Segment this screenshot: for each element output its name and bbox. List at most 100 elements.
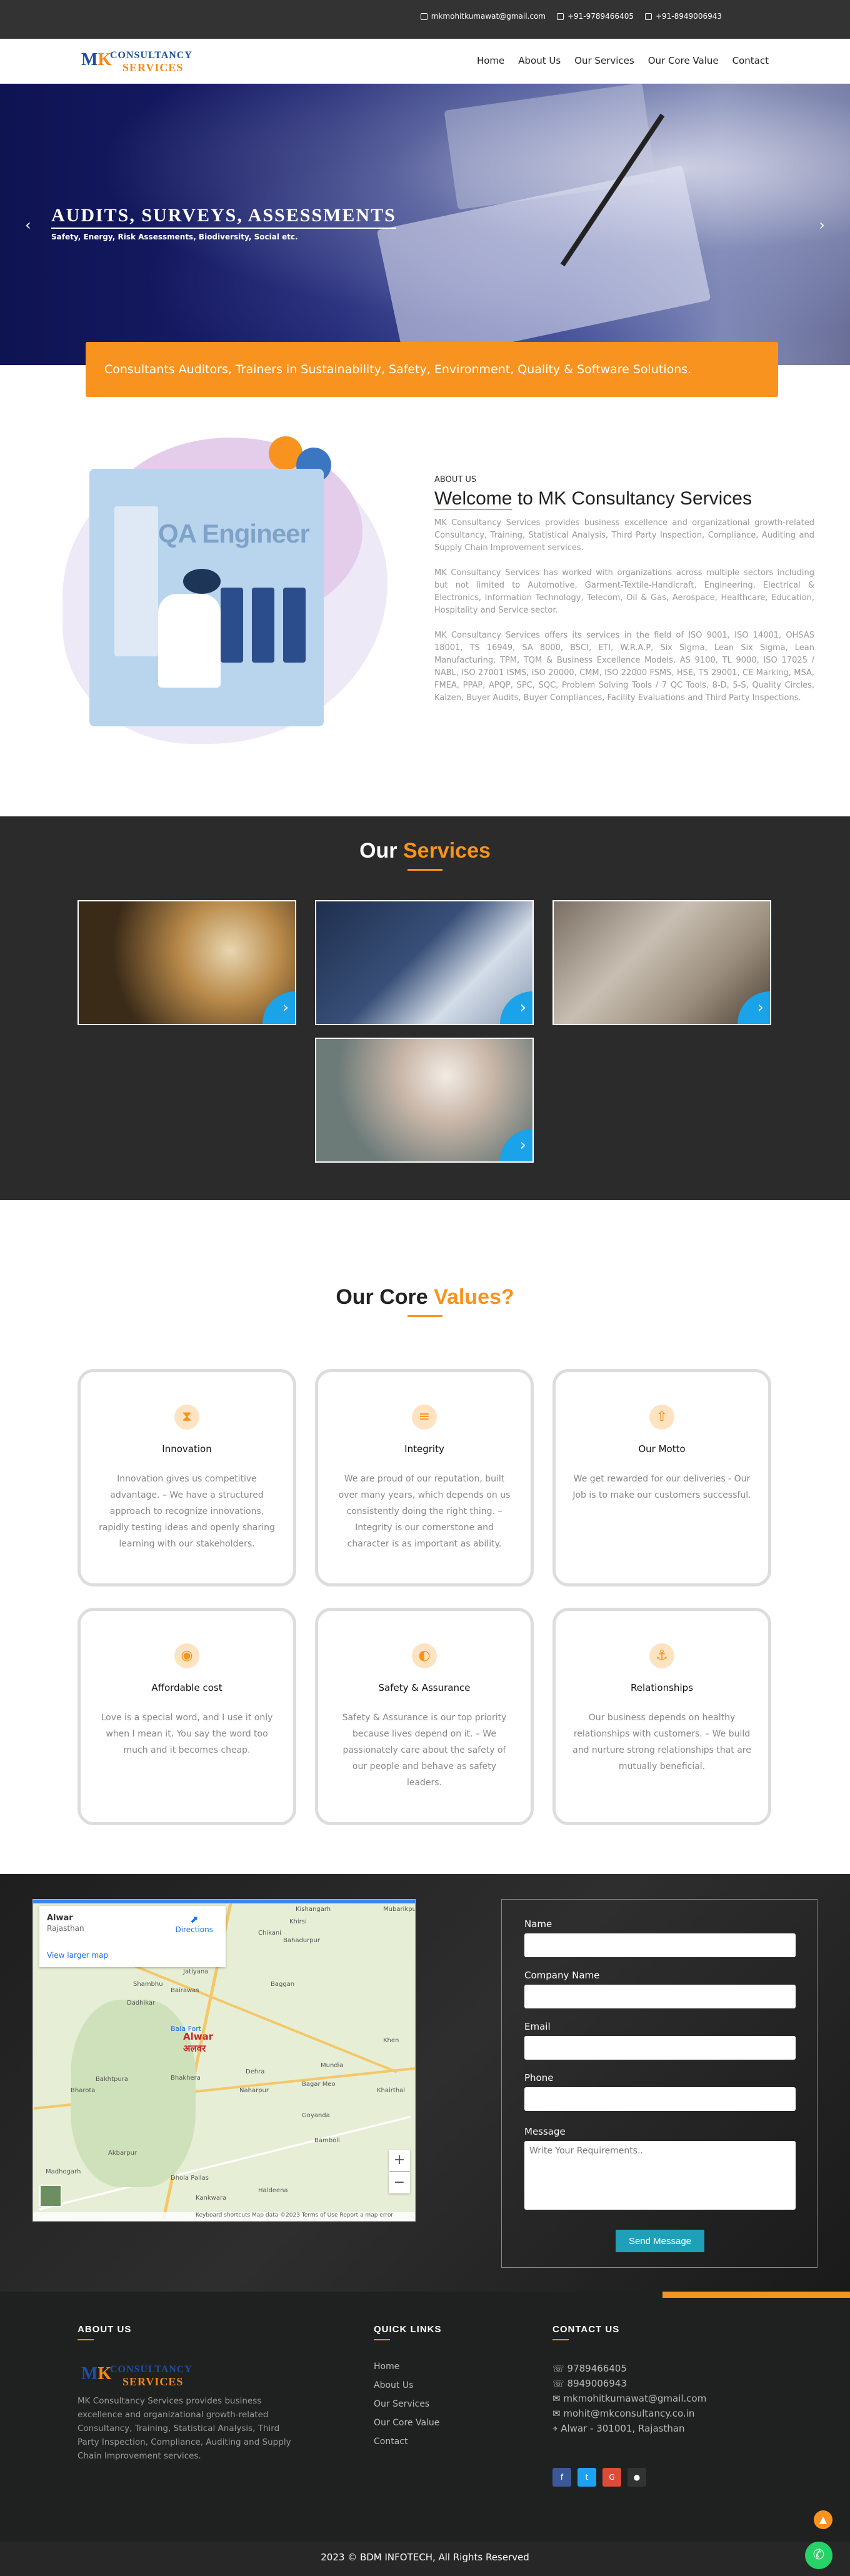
core-title-a: Our Core <box>336 1285 428 1309</box>
logo-mk: MK <box>81 50 112 69</box>
qa-engineer-text: QA Engineer <box>158 519 310 548</box>
footer-logo[interactable]: MK CONSULTANCY SERVICES <box>81 2362 212 2389</box>
hero-prev-arrow[interactable]: ‹ <box>25 216 31 234</box>
map-place: Baggan <box>271 1981 295 1988</box>
value-title: Innovation <box>162 1443 212 1455</box>
hero-next-arrow[interactable]: › <box>819 216 825 234</box>
topbar-phone-2-text[interactable]: +91-8949006943 <box>656 12 722 21</box>
nav-our-core-value[interactable]: Our Core Value <box>648 55 719 66</box>
map-directions-label[interactable]: Directions <box>176 1925 213 1934</box>
footer-link-core-value[interactable]: Our Core Value <box>374 2418 439 2428</box>
services-title-a: Our <box>359 839 398 863</box>
map-place: Kankwara <box>196 2195 227 2202</box>
about-section: ABOUT US Welcome to MK Consultancy Servi… <box>434 475 814 717</box>
map-place: Dadhikar <box>127 2000 156 2007</box>
chevron-right-icon[interactable]: › <box>738 991 770 1024</box>
send-message-button[interactable]: Send Message <box>616 2230 704 2252</box>
value-text: We get rewarded for our deliveries - Our… <box>572 1474 751 1500</box>
map-zoom-out[interactable]: − <box>389 2172 410 2193</box>
google-plus-icon[interactable]: G <box>602 2468 621 2487</box>
chevron-right-icon[interactable]: › <box>500 1129 532 1161</box>
footer-links-heading: QUICK LINKS <box>374 2324 442 2340</box>
upload-icon: ⇧ <box>649 1405 674 1430</box>
map-place: Khirsi <box>289 1918 307 1925</box>
chevron-right-icon[interactable]: › <box>262 991 295 1024</box>
map-place: Bakhtpura <box>96 2076 128 2083</box>
nav-our-services[interactable]: Our Services <box>574 55 634 66</box>
footer: ABOUT US MK CONSULTANCY SERVICES MK Cons… <box>0 2292 850 2576</box>
footer-email-2[interactable]: ✉ mohit@mkconsultancy.co.in <box>552 2408 694 2419</box>
topbar-email[interactable]: mkmohitkumawat@gmail.com <box>420 12 546 21</box>
topbar-email-text[interactable]: mkmohitkumawat@gmail.com <box>431 12 546 21</box>
company-name-field[interactable] <box>524 1985 796 2008</box>
name-label: Name <box>524 1918 552 1930</box>
map-directions[interactable]: ⬈ Directions <box>176 1913 213 1934</box>
company-label: Company Name <box>524 1970 600 1981</box>
footer-link-contact[interactable]: Contact <box>374 2437 408 2447</box>
footer-link-services[interactable]: Our Services <box>374 2399 429 2409</box>
service-card-meeting[interactable]: › <box>552 900 771 1025</box>
phone-label: Phone <box>524 2072 554 2083</box>
email-label: Email <box>524 2021 551 2032</box>
service-card-planning[interactable]: › <box>78 900 296 1025</box>
logo-consultancy: CONSULTANCY <box>110 50 192 61</box>
map-place: Jatiyana <box>183 1968 209 1975</box>
map-zoom-in[interactable]: + <box>389 2150 410 2171</box>
footer-phone-2-text[interactable]: 8949006943 <box>568 2378 627 2389</box>
topbar-phone-1[interactable]: +91-9789466405 <box>556 12 634 21</box>
copyright-text: 2023 © BDM INFOTECH, All Rights Reserved <box>321 2552 529 2563</box>
whatsapp-icon[interactable]: ✆ <box>805 2542 832 2569</box>
nav-about-us[interactable]: About Us <box>518 55 561 66</box>
footer-contact-heading: CONTACT US <box>552 2324 620 2340</box>
footer-email-1-text[interactable]: mkmohitkumawat@gmail.com <box>563 2393 706 2404</box>
anchor-icon: ⚓ <box>649 1643 674 1668</box>
github-icon[interactable]: ● <box>628 2468 646 2487</box>
footer-email-1[interactable]: ✉ mkmohitkumawat@gmail.com <box>552 2393 706 2404</box>
message-label: Message <box>524 2126 566 2137</box>
title-underline <box>408 869 442 871</box>
map-satellite-thumbnail[interactable] <box>39 2185 62 2207</box>
services-title-b: Services <box>403 839 491 863</box>
footer-address: ⌖ Alwar - 301001, Rajasthan <box>552 2423 685 2434</box>
about-paragraph: MK Consultancy Services provides busines… <box>434 518 814 553</box>
value-text: Safety & Assurance is our top priority b… <box>342 1713 507 1788</box>
twitter-icon[interactable]: t <box>578 2468 596 2487</box>
message-field[interactable]: Write Your Requirements.. <box>524 2141 796 2210</box>
map-place: Bhakhera <box>171 2075 201 2082</box>
service-card-review[interactable]: › <box>315 900 534 1025</box>
name-field[interactable] <box>524 1933 796 1957</box>
topbar-phone-2[interactable]: +91-8949006943 <box>644 12 722 21</box>
database-icon: ≡ <box>412 1405 437 1430</box>
map-place: Mundia <box>321 2062 344 2069</box>
phone-field[interactable] <box>524 2087 796 2111</box>
google-map[interactable]: Alwar अलवर Kishangarh Khirsi Chikani Baha… <box>32 1899 416 2222</box>
chevron-right-icon[interactable]: › <box>500 991 532 1024</box>
logo-services: SERVICES <box>122 61 184 74</box>
topbar-phone-1-text[interactable]: +91-9789466405 <box>568 12 634 21</box>
map-info-popup: Alwar Rajasthan ⬈ Directions View larger… <box>39 1906 226 1967</box>
site-logo[interactable]: MK CONSULTANCY SERVICES <box>81 48 212 75</box>
map-place: Bamboli <box>314 2137 340 2144</box>
service-card-checklist[interactable]: › <box>315 1038 534 1163</box>
footer-email-2-text[interactable]: mohit@mkconsultancy.co.in <box>563 2408 694 2419</box>
facebook-icon[interactable]: f <box>552 2468 571 2487</box>
email-field[interactable] <box>524 2036 796 2060</box>
footer-phone-1[interactable]: ☏ 9789466405 <box>552 2363 627 2374</box>
map-place-fort: Bala Fort <box>171 2025 202 2033</box>
footer-link-about[interactable]: About Us <box>374 2380 413 2390</box>
footer-phone-1-text[interactable]: 9789466405 <box>568 2363 627 2374</box>
value-title: Our Motto <box>638 1443 686 1455</box>
footer-phone-2[interactable]: ☏ 8949006943 <box>552 2378 627 2389</box>
nav-home[interactable]: Home <box>477 55 504 66</box>
tagline-banner: Consultants Auditors, Trainers in Sustai… <box>86 342 778 397</box>
view-larger-map-link[interactable]: View larger map <box>47 1951 108 1960</box>
map-place: Madhogarh <box>46 2168 81 2175</box>
hourglass-icon: ⧗ <box>174 1405 199 1430</box>
footer-link-home[interactable]: Home <box>374 2362 399 2372</box>
contact-form: Name Company Name Email Phone Message Wr… <box>501 1899 818 2268</box>
map-place: Akbarpur <box>108 2150 138 2157</box>
tagline-text: Consultants Auditors, Trainers in Sustai… <box>104 363 692 376</box>
phone-icon <box>556 13 564 20</box>
scroll-to-top-button[interactable]: ▲ <box>814 2510 832 2529</box>
nav-contact[interactable]: Contact <box>732 55 769 66</box>
